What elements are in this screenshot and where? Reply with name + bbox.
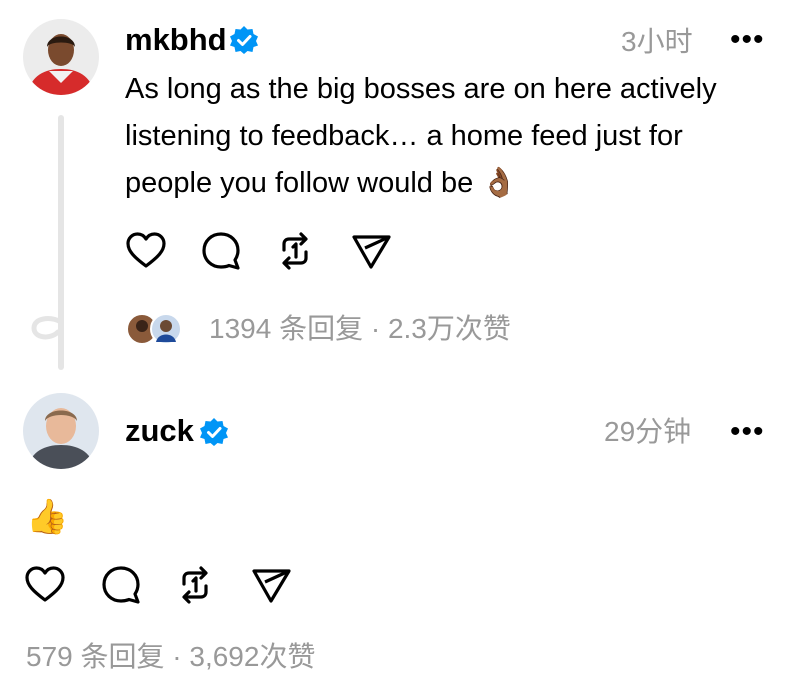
heart-icon	[25, 566, 65, 602]
repost-button[interactable]	[173, 563, 217, 612]
verified-badge-icon	[230, 26, 258, 54]
replier-avatars	[126, 312, 186, 346]
username[interactable]: zuck	[125, 413, 194, 449]
share-icon	[252, 569, 291, 603]
post-text-line: people you follow would be 👌🏾	[125, 160, 785, 207]
repost-icon	[282, 232, 308, 270]
post-time: 3小时	[621, 26, 693, 57]
share-icon	[352, 235, 391, 269]
post-stats[interactable]: 1394 条回复 · 2.3万次赞	[209, 312, 511, 346]
reply-button[interactable]	[199, 229, 243, 278]
share-button[interactable]	[249, 563, 293, 612]
post-stats[interactable]: 579 条回复 · 3,692次赞	[26, 640, 315, 674]
post-text-line: listening to feedback… a home feed just …	[125, 120, 683, 152]
ok-hand-emoji: 👌🏾	[481, 167, 518, 199]
post-text-line: As long as the big bosses are on here ac…	[125, 73, 717, 105]
more-icon[interactable]: •••	[730, 25, 765, 55]
username[interactable]: mkbhd	[125, 22, 227, 58]
avatar[interactable]	[23, 19, 99, 95]
repost-icon	[182, 566, 208, 604]
like-button[interactable]	[124, 229, 168, 278]
post-text-line-content: people you follow would be	[125, 167, 474, 199]
more-icon[interactable]: •••	[730, 417, 765, 447]
repost-button[interactable]	[273, 229, 317, 278]
comment-icon	[102, 566, 140, 604]
thumbs-up-emoji: 👍	[26, 498, 69, 536]
share-button[interactable]	[349, 229, 393, 278]
verified-badge-icon	[200, 418, 228, 446]
post-text: As long as the big bosses are on here ac…	[125, 66, 785, 207]
comment-icon	[202, 232, 240, 270]
like-button[interactable]	[23, 563, 67, 612]
avatar[interactable]	[23, 393, 99, 469]
heart-icon	[126, 232, 166, 268]
reply-button[interactable]	[99, 563, 143, 612]
post-time: 29分钟	[604, 416, 692, 447]
thread-loop-icon	[31, 316, 64, 340]
